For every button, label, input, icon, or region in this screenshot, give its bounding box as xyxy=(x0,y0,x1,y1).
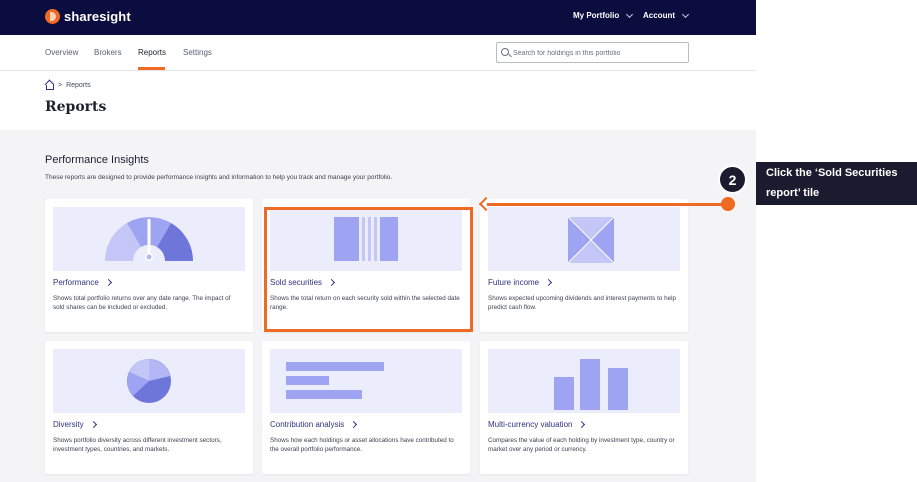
multi-currency-illustration xyxy=(488,349,680,413)
diversity-illustration xyxy=(53,349,245,413)
card-title: Future income xyxy=(488,278,553,287)
breadcrumb-current: Reports xyxy=(66,81,91,89)
sharesight-logo[interactable]: sharesight xyxy=(45,9,131,24)
chevron-right-icon xyxy=(104,278,112,287)
card-description: Compares the value of each holding by in… xyxy=(488,437,675,453)
breadcrumb-separator: > xyxy=(58,81,63,89)
chevron-right-icon xyxy=(578,420,586,429)
chevron-down-icon xyxy=(681,10,690,18)
card-description: Shows total portfolio returns over any d… xyxy=(53,295,231,311)
report-card-future-income[interactable]: Future income Shows expected upcoming di… xyxy=(480,199,688,332)
tab-reports[interactable]: Reports xyxy=(138,48,166,57)
sold-securities-highlight xyxy=(264,207,473,332)
envelope-icon xyxy=(567,216,615,264)
card-title-text: Future income xyxy=(488,278,540,287)
holdings-search[interactable] xyxy=(496,42,689,63)
breadcrumb: > Reports xyxy=(45,81,91,90)
report-card-multi-currency-valuation[interactable]: Multi-currency valuation Compares the va… xyxy=(480,341,688,474)
logo-mark-icon xyxy=(45,9,60,24)
report-card-contribution-analysis[interactable]: Contribution analysis Shows how each hol… xyxy=(262,341,470,474)
account-label: Account xyxy=(643,11,675,20)
performance-illustration xyxy=(53,207,245,271)
card-title-text: Diversity xyxy=(53,420,84,429)
step-number-badge: 2 xyxy=(718,165,747,194)
card-description: Shows how each holdings or asset allocat… xyxy=(270,437,454,453)
column-chart-icon xyxy=(554,359,628,410)
card-title-text: Multi-currency valuation xyxy=(488,420,573,429)
app-window: sharesight My Portfolio Account Overview… xyxy=(0,0,756,482)
card-title: Diversity xyxy=(53,420,97,429)
contribution-illustration xyxy=(270,349,462,413)
chevron-down-icon xyxy=(626,10,634,18)
report-card-diversity[interactable]: Diversity Shows portfolio diversity acro… xyxy=(45,341,253,474)
gauge-icon xyxy=(105,217,193,261)
future-income-illustration xyxy=(488,207,680,271)
annotation-arrow-line xyxy=(487,203,728,206)
tab-brokers[interactable]: Brokers xyxy=(94,48,122,57)
card-title: Performance xyxy=(53,278,112,287)
chevron-right-icon xyxy=(545,278,553,287)
active-tab-indicator xyxy=(138,67,165,70)
card-title: Contribution analysis xyxy=(270,420,358,429)
search-input[interactable] xyxy=(513,46,685,60)
card-title: Multi-currency valuation xyxy=(488,420,586,429)
horizontal-bars-icon xyxy=(286,362,384,399)
my-portfolio-label: My Portfolio xyxy=(573,11,620,20)
section-description: These reports are designed to provide pe… xyxy=(45,174,393,181)
section-title: Performance Insights xyxy=(45,154,149,166)
card-title-text: Contribution analysis xyxy=(270,420,345,429)
card-description: Shows portfolio diversity across differe… xyxy=(53,437,222,453)
account-menu[interactable]: Account xyxy=(643,10,690,20)
tab-overview[interactable]: Overview xyxy=(45,48,78,57)
my-portfolio-menu[interactable]: My Portfolio xyxy=(573,10,634,20)
annotation-tooltip: Click the ‘Sold Securities report’ tile xyxy=(756,162,917,205)
tab-settings[interactable]: Settings xyxy=(183,48,212,57)
search-icon xyxy=(501,48,509,56)
card-description: Shows expected upcoming dividends and in… xyxy=(488,295,676,311)
pie-icon xyxy=(127,359,171,403)
logo-text: sharesight xyxy=(64,9,131,24)
page-title: Reports xyxy=(45,99,107,115)
chevron-right-icon xyxy=(350,420,358,429)
card-title-text: Performance xyxy=(53,278,99,287)
annotation-arrow-dot xyxy=(721,197,735,211)
chevron-right-icon xyxy=(89,420,97,429)
top-navbar: sharesight My Portfolio Account xyxy=(0,0,756,35)
report-card-performance[interactable]: Performance Shows total portfolio return… xyxy=(45,199,253,332)
home-icon[interactable] xyxy=(45,81,54,90)
